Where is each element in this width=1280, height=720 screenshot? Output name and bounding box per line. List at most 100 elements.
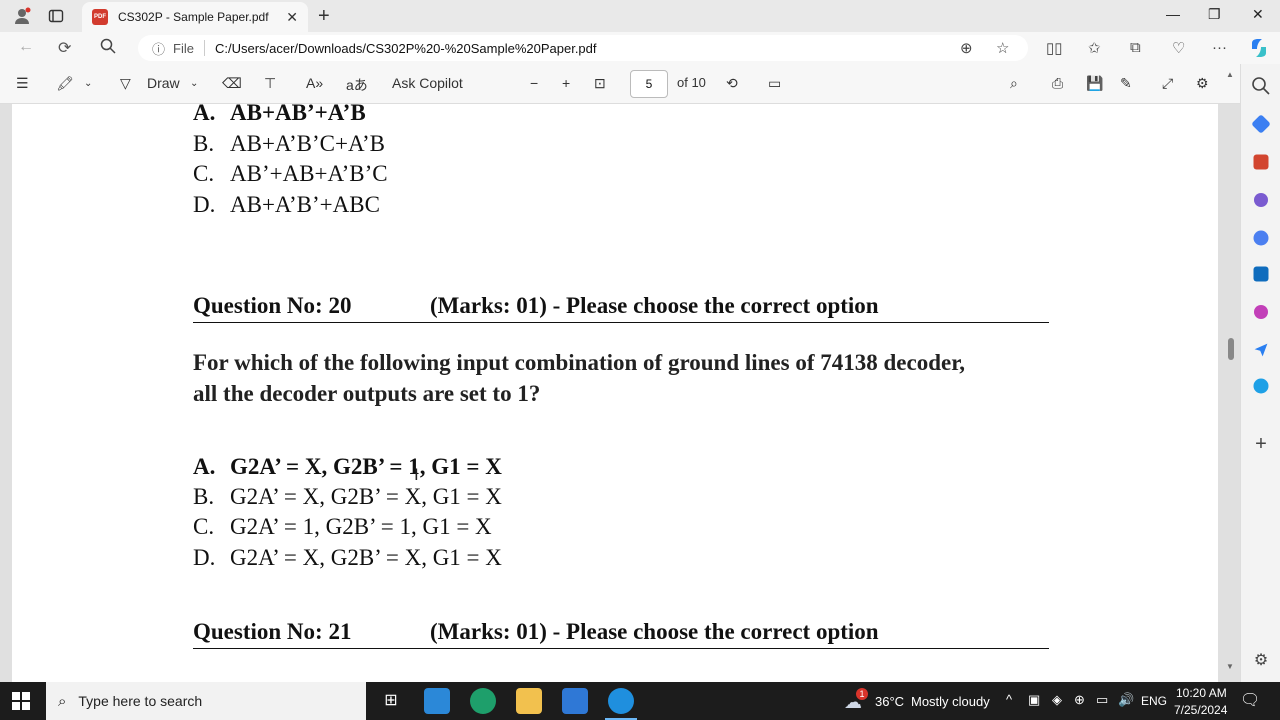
option-prev-d: D. AB+A’B’+ABC bbox=[193, 192, 380, 217]
more-menu-icon[interactable]: ··· bbox=[1212, 39, 1227, 56]
fullscreen-icon[interactable]: ⤢ bbox=[1162, 75, 1173, 92]
games-icon[interactable] bbox=[1254, 193, 1268, 207]
edge-sidebar: + ⚙ bbox=[1240, 64, 1280, 682]
weather-temp[interactable]: 36°C bbox=[875, 694, 904, 709]
translate-icon[interactable]: aあ bbox=[346, 75, 368, 95]
chevron-down-icon[interactable]: ⌄ bbox=[84, 78, 92, 89]
fit-page-icon[interactable]: ⊡ bbox=[594, 75, 606, 92]
mail-app-icon[interactable] bbox=[424, 688, 450, 714]
tools-icon[interactable] bbox=[1253, 154, 1269, 170]
browser-essentials-icon[interactable]: ♡ bbox=[1172, 39, 1185, 57]
outlook-icon[interactable] bbox=[1253, 266, 1269, 282]
option-d: D. G2A’ = X, G2B’ = X, G1 = X bbox=[193, 545, 502, 570]
url-separator bbox=[203, 40, 205, 56]
designer-icon[interactable] bbox=[1254, 305, 1268, 319]
zoom-out-icon[interactable]: − bbox=[530, 75, 538, 91]
draw-button[interactable]: Draw bbox=[147, 75, 180, 91]
option-c: C. G2A’ = 1, G2B’ = 1, G1 = X bbox=[193, 514, 492, 539]
language-indicator[interactable]: ENG bbox=[1141, 694, 1167, 708]
question-21-header: Question No: 21 (Marks: 01) - Please cho… bbox=[193, 619, 1049, 649]
zoom-icon[interactable]: ⊕ bbox=[960, 39, 973, 57]
settings-gear-icon[interactable]: ⚙ bbox=[1196, 75, 1209, 92]
taskbar: ⌕ Type here to search ⊞ ☁ 1 36°C Mostly … bbox=[0, 682, 1280, 720]
tab-pdf[interactable]: PDF CS302P - Sample Paper.pdf ✕ bbox=[82, 2, 308, 32]
chevron-up-icon[interactable]: ^ bbox=[1006, 692, 1012, 707]
contents-icon[interactable]: ☰ bbox=[16, 75, 29, 92]
restore-icon[interactable]: ❐ bbox=[1208, 6, 1221, 23]
notifications-icon[interactable]: 🗨 bbox=[1240, 690, 1260, 710]
favorites-icon[interactable]: ✩ bbox=[1088, 39, 1101, 57]
edge-taskbar-icon[interactable] bbox=[470, 688, 496, 714]
refresh-icon[interactable]: ⟳ bbox=[58, 38, 71, 58]
page-view-icon[interactable]: ▭ bbox=[768, 75, 781, 92]
question-marks: (Marks: 01) - Please choose the correct … bbox=[430, 619, 879, 644]
scroll-down-icon[interactable]: ▼ bbox=[1226, 662, 1234, 671]
url-text[interactable]: C:/Users/acer/Downloads/CS302P%20-%20Sam… bbox=[215, 41, 597, 56]
print-icon[interactable]: ⎙ bbox=[1052, 75, 1063, 92]
edge-active-icon[interactable] bbox=[608, 688, 634, 714]
back-icon[interactable]: ← bbox=[18, 38, 34, 56]
copilot-icon[interactable] bbox=[1248, 37, 1270, 63]
ask-copilot-button[interactable]: Ask Copilot bbox=[392, 75, 463, 91]
scrollbar-thumb[interactable] bbox=[1228, 338, 1234, 360]
text-box-icon[interactable]: ⊤ bbox=[264, 75, 276, 92]
pdf-toolbar: ☰ 🖍 ⌄ ▽ Draw ⌄ ⌫ ⊤ A» aあ Ask Copilot − +… bbox=[0, 64, 1240, 104]
option-prev-b: B. AB+A’B’C+A’B bbox=[193, 131, 386, 156]
save-icon[interactable]: 💾 bbox=[1086, 75, 1103, 92]
address-bar-row: ← ⟳ ⓘ File C:/Users/acer/Downloads/CS302… bbox=[0, 32, 1280, 64]
collections-icon[interactable]: ⧉ bbox=[1130, 39, 1141, 56]
task-view-icon[interactable]: ⊞ bbox=[378, 688, 404, 714]
page-total: of 10 bbox=[677, 75, 706, 90]
read-aloud-icon[interactable]: A» bbox=[306, 75, 323, 91]
add-sidebar-app-icon[interactable]: + bbox=[1251, 434, 1271, 454]
minimize-icon[interactable]: — bbox=[1166, 6, 1180, 22]
page-number-input[interactable]: 5 bbox=[630, 70, 668, 98]
question-marks: (Marks: 01) - Please choose the correct … bbox=[430, 293, 879, 318]
meet-now-icon[interactable]: ▣ bbox=[1028, 692, 1040, 708]
url-scheme-label: File bbox=[173, 40, 194, 56]
weather-badge: 1 bbox=[856, 688, 868, 700]
search-icon[interactable] bbox=[100, 38, 116, 59]
weather-desc[interactable]: Mostly cloudy bbox=[911, 694, 990, 709]
microsoft365-icon[interactable] bbox=[1253, 230, 1269, 246]
sidebar-search-icon[interactable] bbox=[1251, 76, 1271, 96]
defender-icon[interactable]: ◈ bbox=[1052, 692, 1062, 708]
eraser-icon[interactable]: ⌫ bbox=[222, 75, 242, 92]
info-icon[interactable]: ⓘ bbox=[152, 39, 165, 58]
close-window-icon[interactable]: ✕ bbox=[1252, 6, 1264, 23]
zoom-in-icon[interactable]: + bbox=[562, 75, 570, 91]
network-globe-icon[interactable]: ⊕ bbox=[1074, 692, 1085, 708]
skype-icon[interactable] bbox=[1253, 378, 1269, 394]
rotate-icon[interactable]: ⟲ bbox=[726, 75, 738, 92]
option-a: A. G2A’ = X, G2B’ = 1, G1 = X bbox=[193, 454, 502, 479]
taskbar-search-field[interactable]: ⌕ Type here to search bbox=[46, 682, 366, 720]
tab-title: CS302P - Sample Paper.pdf bbox=[118, 10, 269, 24]
file-explorer-icon[interactable] bbox=[516, 688, 542, 714]
favorite-star-icon[interactable]: ☆ bbox=[996, 39, 1009, 57]
question-number: Question No: 20 bbox=[193, 293, 352, 318]
split-screen-icon[interactable]: ▯▯ bbox=[1046, 39, 1063, 57]
store-icon[interactable] bbox=[562, 688, 588, 714]
url-field[interactable]: ⓘ File C:/Users/acer/Downloads/CS302P%20… bbox=[138, 35, 1028, 61]
search-icon: ⌕ bbox=[58, 692, 67, 710]
scroll-up-icon[interactable]: ▲ bbox=[1226, 70, 1234, 79]
sidebar-settings-icon[interactable]: ⚙ bbox=[1251, 650, 1271, 670]
clock-time[interactable]: 10:20 AM bbox=[1176, 686, 1227, 700]
highlight-icon[interactable]: 🖍 bbox=[56, 75, 74, 92]
battery-icon[interactable]: ▭ bbox=[1096, 692, 1108, 708]
shopping-tag-icon[interactable] bbox=[1251, 114, 1271, 134]
scrollbar[interactable] bbox=[1226, 104, 1236, 682]
clock-date[interactable]: 7/25/2024 bbox=[1174, 703, 1227, 717]
volume-icon[interactable]: 🔊 bbox=[1118, 692, 1134, 708]
save-as-icon[interactable]: ✎ bbox=[1120, 75, 1132, 92]
close-tab-icon[interactable]: ✕ bbox=[286, 9, 298, 26]
tab-actions-icon[interactable] bbox=[46, 6, 66, 26]
find-icon[interactable]: ⌕ bbox=[1010, 75, 1018, 92]
chevron-down-icon[interactable]: ⌄ bbox=[190, 78, 198, 89]
windows-start-icon[interactable] bbox=[12, 692, 30, 710]
profile-icon[interactable] bbox=[12, 6, 32, 26]
draw-icon[interactable]: ▽ bbox=[120, 75, 131, 92]
option-prev-a: A. AB+AB’+A’B bbox=[193, 100, 366, 125]
send-icon[interactable] bbox=[1253, 342, 1269, 358]
new-tab-icon[interactable]: + bbox=[318, 5, 330, 28]
